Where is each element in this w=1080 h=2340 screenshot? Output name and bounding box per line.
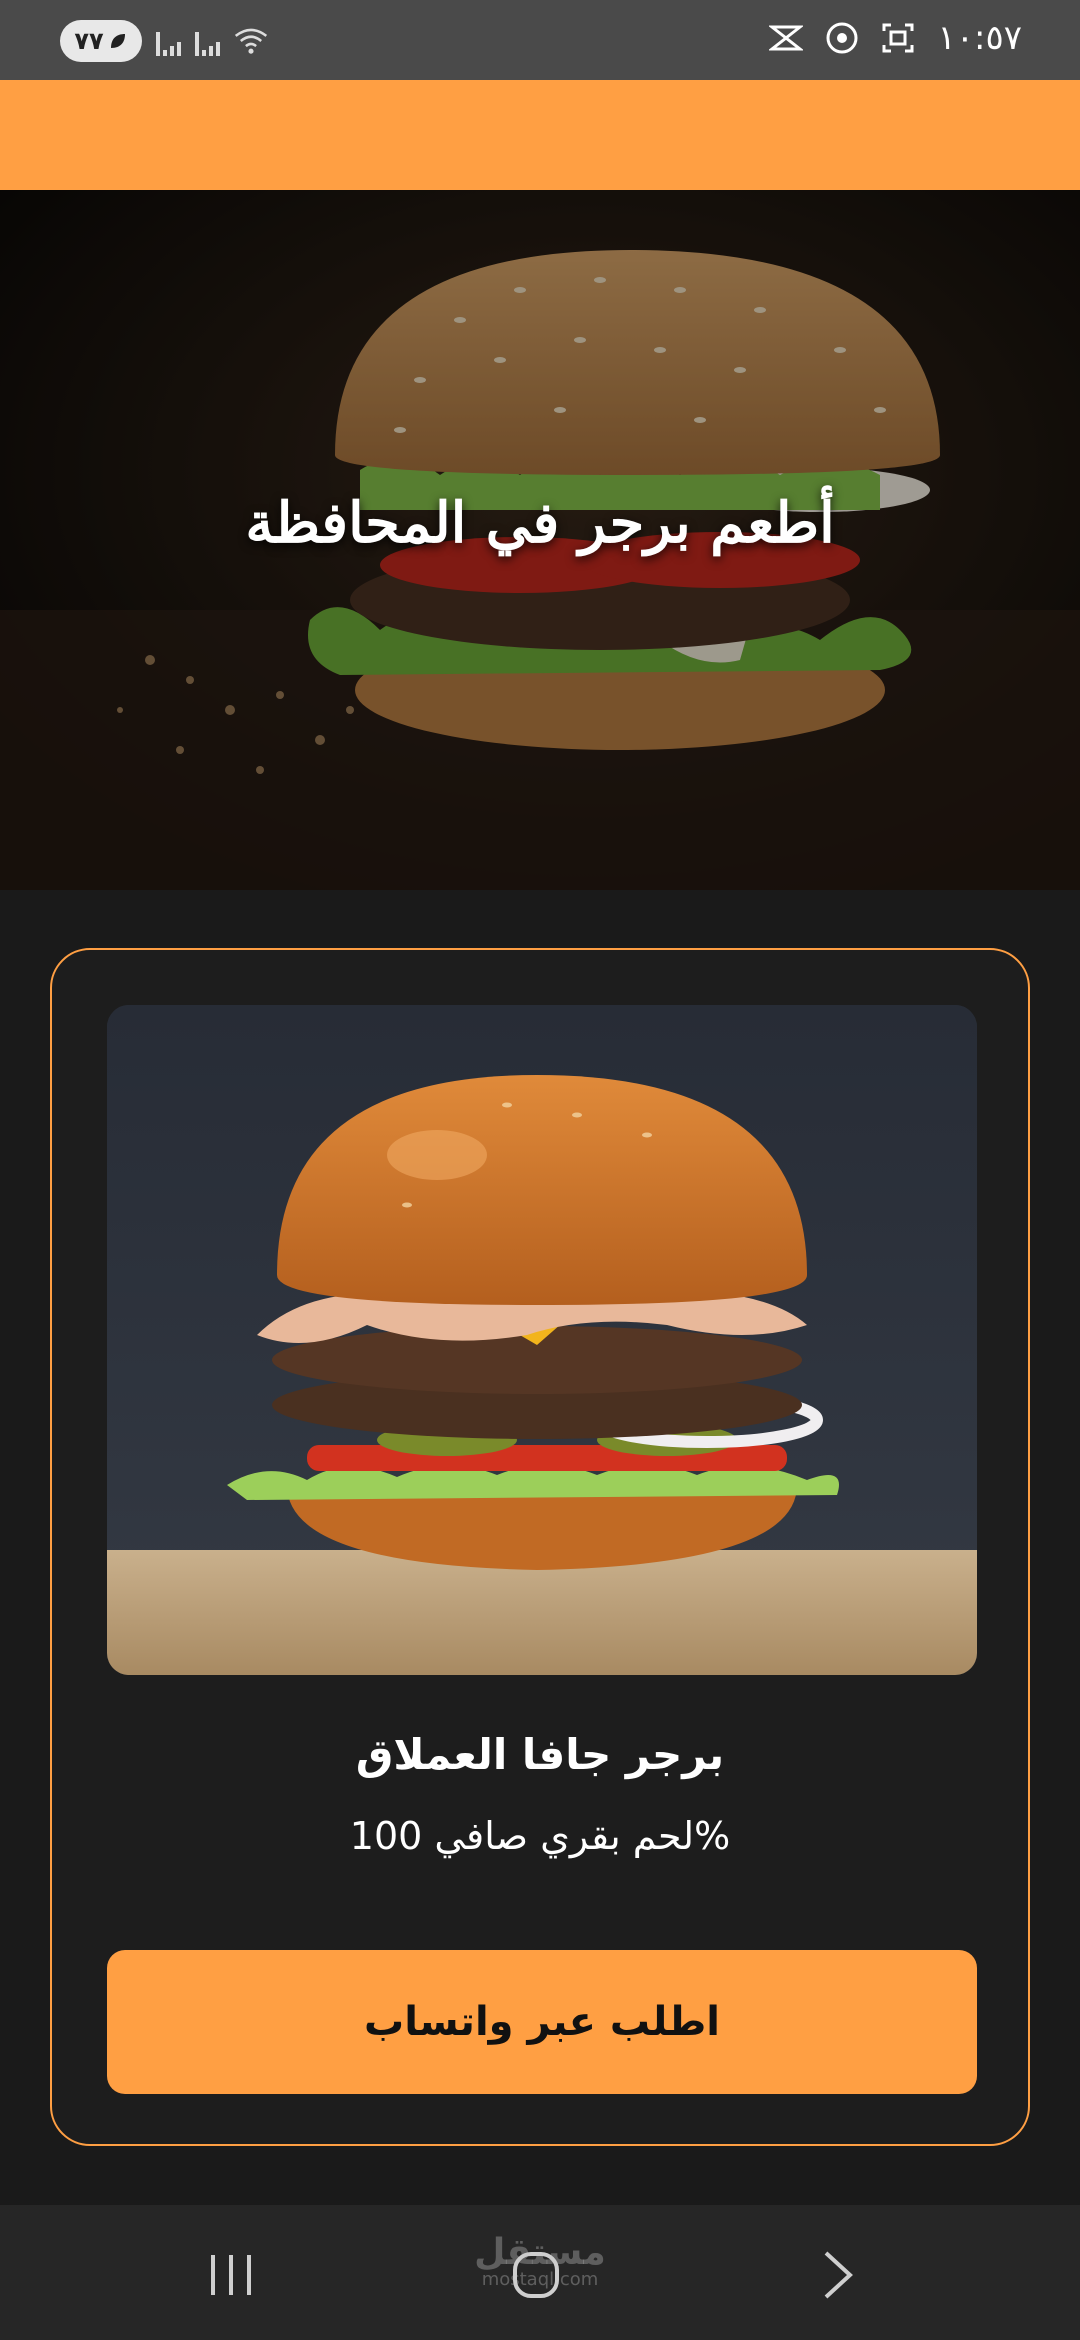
product-burger-image (107, 1005, 977, 1675)
watermark: مستقل mostaql.com (0, 2232, 1080, 2290)
signal-icon-2 (195, 26, 220, 56)
product-card: برجر جافا العملاق لحم بقري صافي 100% اطل… (50, 948, 1030, 2146)
battery-level: ٧٧ (74, 27, 104, 55)
watermark-brand: مستقل (474, 2232, 606, 2273)
whatsapp-order-button[interactable]: اطلب عبر واتساب (107, 1950, 977, 2094)
cast-icon (769, 25, 804, 51)
status-bar: ٧٧ ١٠:٥٧ (0, 0, 1080, 80)
signal-icon (156, 26, 181, 56)
watermark-domain: mostaql.com (481, 2269, 599, 2290)
chrome-icon (826, 22, 858, 54)
product-title: برجر جافا العملاق (355, 1730, 725, 1779)
status-left: ٧٧ (60, 20, 268, 62)
hero-title: أطعم برجر في المحافظة (245, 490, 835, 556)
hero-banner: أطعم برجر في المحافظة (0, 190, 1080, 890)
product-description: لحم بقري صافي 100% (349, 1814, 731, 1858)
wifi-icon (234, 28, 268, 54)
leaf-icon (110, 34, 125, 48)
screenshot-icon (882, 23, 914, 53)
battery-indicator: ٧٧ (60, 20, 142, 62)
status-time: ١٠:٥٧ (937, 18, 1022, 58)
status-right: ١٠:٥٧ (769, 18, 1022, 58)
product-image (107, 1005, 977, 1675)
top-header (0, 80, 1080, 190)
